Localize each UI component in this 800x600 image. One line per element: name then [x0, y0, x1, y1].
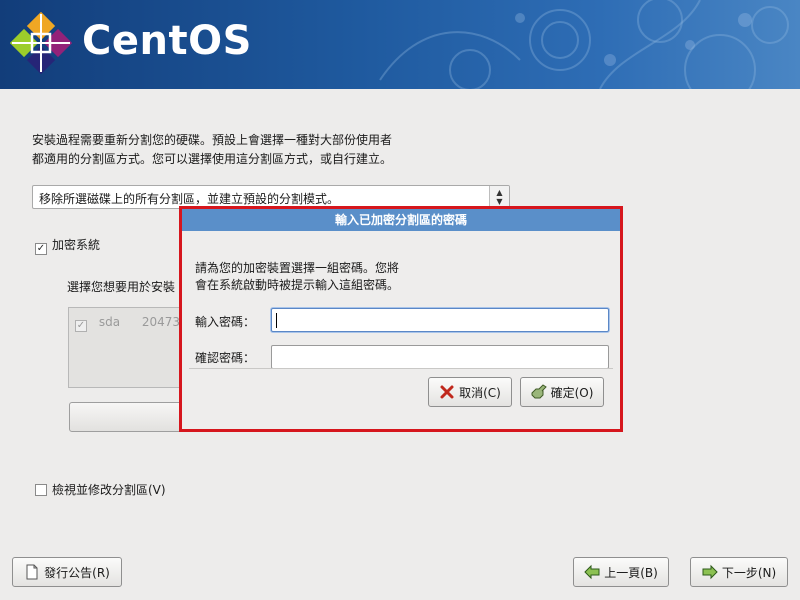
partition-layout-value: 移除所選磁碟上的所有分割區，並建立預設的分割模式。 [39, 192, 340, 206]
encrypt-system-label: 加密系統 [52, 238, 101, 252]
drive-prompt: 選擇您想要用於安裝 [67, 280, 176, 294]
review-partitions-checkbox[interactable] [35, 484, 47, 496]
logo-text: CentOS [82, 18, 252, 64]
arrow-left-icon [584, 564, 600, 580]
drive-list[interactable]: ✓ sda 20473 [68, 307, 188, 388]
dialog-highlight-frame [179, 206, 623, 432]
back-label: 上一頁(B) [604, 565, 658, 580]
encrypt-system-checkbox[interactable]: ✓ [35, 243, 47, 255]
select-arrows-icon[interactable]: ▲ ▼ [489, 186, 509, 208]
arrow-right-icon [702, 564, 718, 580]
review-partitions-row[interactable]: 檢視並修改分割區(V) [35, 481, 166, 498]
drive-row[interactable]: ✓ sda 20473 [75, 315, 180, 332]
drive-name: sda [98, 315, 121, 329]
drive-checkbox[interactable]: ✓ [75, 320, 87, 332]
release-notes-button[interactable]: 發行公告(R) [12, 557, 122, 587]
header-banner: CentOS [0, 0, 800, 89]
back-button[interactable]: 上一頁(B) [573, 557, 669, 587]
encrypt-system-row[interactable]: ✓ 加密系統 [35, 236, 100, 255]
centos-logo-icon [10, 12, 72, 74]
description-line-1: 安裝過程需要重新分割您的硬碟。預設上會選擇一種對大部份使用者 [32, 133, 393, 147]
partition-description: 安裝過程需要重新分割您的硬碟。預設上會選擇一種對大部份使用者 都適用的分割區方式… [32, 131, 452, 169]
document-icon [26, 564, 38, 580]
drive-size: 20473 [141, 315, 181, 329]
review-partitions-label: 檢視並修改分割區(V) [52, 483, 166, 497]
description-line-2: 都適用的分割區方式。您可以選擇使用這分割區方式，或自行建立。 [32, 152, 393, 166]
next-label: 下一步(N) [721, 565, 777, 580]
next-button[interactable]: 下一步(N) [690, 557, 788, 587]
release-notes-label: 發行公告(R) [44, 565, 110, 580]
